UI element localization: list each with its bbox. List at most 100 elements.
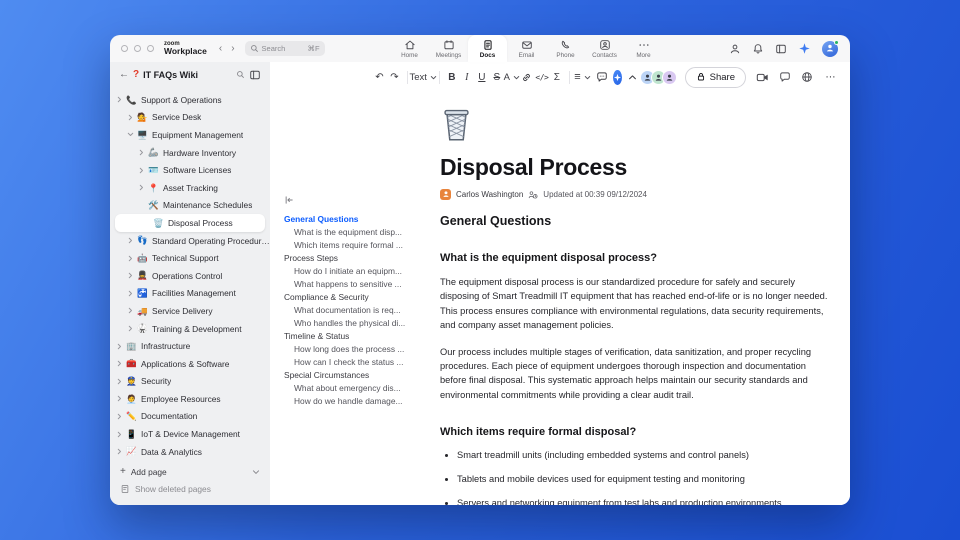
minimize-window-button[interactable] [134,45,141,52]
sidebar-item-disposal-process[interactable]: 🗑️ Disposal Process [115,214,265,232]
chevron-right-icon[interactable] [125,272,136,279]
sidebar-item-documentation[interactable]: ✏️ Documentation [110,408,270,426]
doc-p[interactable]: Our process includes multiple stages of … [440,345,834,403]
sidebar-item-data-analytics[interactable]: 📈 Data & Analytics [110,443,270,460]
chevron-right-icon[interactable] [125,290,136,297]
maximize-window-button[interactable] [147,45,154,52]
chevron-down-icon[interactable] [125,131,136,138]
chevron-right-icon[interactable] [114,431,125,438]
tab-contacts[interactable]: Contacts [585,35,624,62]
profile-icon[interactable] [729,43,741,55]
close-window-button[interactable] [121,45,128,52]
wiki-search-icon[interactable] [236,70,245,79]
chat-icon[interactable] [779,71,791,83]
undo-button[interactable]: ↶ [372,68,387,86]
document-body[interactable]: Disposal Process Carlos Washington Updat… [440,92,834,505]
sidebar-back-icon[interactable]: ← [119,69,129,80]
sidebar-item-iot-device-management[interactable]: 📱 IoT & Device Management [110,425,270,443]
tab-more[interactable]: More [624,35,663,62]
collapse-toolbar-button[interactable] [625,68,640,86]
sidebar-item-infrastructure[interactable]: 🏢 Infrastructure [110,337,270,355]
doc-h2[interactable]: General Questions [440,214,834,228]
collapse-outline-icon[interactable] [284,195,294,205]
tab-meetings[interactable]: Meetings [429,35,468,62]
sidebar-item-training-development[interactable]: 🥋 Training & Development [110,320,270,338]
doc-title[interactable]: Disposal Process [440,154,834,181]
side-panel-toggle-icon[interactable] [775,43,787,55]
chevron-right-icon[interactable] [125,325,136,332]
chevron-right-icon[interactable] [125,114,136,121]
code-block-button[interactable]: </> [534,68,549,86]
sidebar-item-facilities-management[interactable]: 🚰 Facilities Management [110,285,270,303]
toc-item-what-about-emergency-dis[interactable]: What about emergency dis... [284,382,434,395]
list-align-dropdown[interactable]: ≡ [574,68,590,86]
chevron-right-icon[interactable] [114,395,125,402]
wiki-panel-icon[interactable] [249,69,261,81]
doc-bullet-item[interactable]: Tablets and mobile devices used for equi… [457,473,834,486]
sidebar-item-service-delivery[interactable]: 🚚 Service Delivery [110,302,270,320]
sidebar-item-asset-tracking[interactable]: 📍 Asset Tracking [110,179,270,197]
sidebar-item-service-desk[interactable]: 💁 Service Desk [110,109,270,127]
toc-item-how-long-does-the-process[interactable]: How long does the process ... [284,343,434,356]
toc-item-how-do-we-handle-damage[interactable]: How do we handle damage... [284,395,434,408]
global-search-input[interactable]: Search ⌘F [244,41,325,56]
toc-item-general-questions[interactable]: General Questions [284,213,434,226]
chevron-right-icon[interactable] [136,167,147,174]
tab-phone[interactable]: Phone [546,35,585,62]
chevron-right-icon[interactable] [125,237,136,244]
toc-item-who-handles-the-physical-di[interactable]: Who handles the physical di... [284,317,434,330]
text-style-dropdown[interactable]: Text [409,68,437,86]
doc-p[interactable]: The equipment disposal process is our st… [440,275,834,333]
tab-email[interactable]: Email [507,35,546,62]
toc-item-which-items-require-formal[interactable]: Which items require formal ... [284,239,434,252]
chevron-right-icon[interactable] [114,360,125,367]
tab-docs[interactable]: Docs [468,35,507,62]
more-options-button[interactable]: ⋯ [823,68,838,86]
toc-item-what-happens-to-sensitive[interactable]: What happens to sensitive ... [284,278,434,291]
share-button[interactable]: Share [684,66,747,88]
tab-home[interactable]: Home [390,35,429,62]
doc-bullet-item[interactable]: Smart treadmill units (including embedde… [457,449,834,462]
sidebar-item-security[interactable]: 👮 Security [110,373,270,391]
sidebar-item-applications-software[interactable]: 🧰 Applications & Software [110,355,270,373]
bold-button[interactable]: B [444,68,459,86]
chevron-right-icon[interactable] [114,96,125,103]
chevron-right-icon[interactable] [114,413,125,420]
ai-companion-button[interactable] [612,69,622,85]
toc-item-process-steps[interactable]: Process Steps [284,252,434,265]
sidebar-item-technical-support[interactable]: 🤖 Technical Support [110,249,270,267]
toc-item-what-documentation-is-req[interactable]: What documentation is req... [284,304,434,317]
chevron-right-icon[interactable] [114,378,125,385]
chevron-down-icon[interactable] [252,468,260,476]
add-page-button[interactable]: + Add page [110,463,270,480]
chevron-right-icon[interactable] [136,184,147,191]
sidebar-item-employee-resources[interactable]: 🧑‍💼 Employee Resources [110,390,270,408]
sidebar-item-hardware-inventory[interactable]: 🦾 Hardware Inventory [110,144,270,162]
history-back-button[interactable]: ‹ [219,43,222,54]
toc-item-compliance-security[interactable]: Compliance & Security [284,291,434,304]
toc-item-how-can-i-check-the-status[interactable]: How can I check the status ... [284,356,434,369]
sidebar-item-equipment-management[interactable]: 🖥️ Equipment Management [110,126,270,144]
toc-item-how-do-i-initiate-an-equipm[interactable]: How do I initiate an equipm... [284,265,434,278]
chevron-right-icon[interactable] [114,448,125,455]
chevron-right-icon[interactable] [125,307,136,314]
show-deleted-pages-button[interactable]: Show deleted pages [110,480,270,497]
underline-button[interactable]: U [474,68,489,86]
toc-item-timeline-status[interactable]: Timeline & Status [284,330,434,343]
text-color-dropdown[interactable]: A [504,68,520,86]
sidebar-item-standard-operating-procedures[interactable]: 👣 Standard Operating Procedures [110,232,270,250]
collaborator-avatar[interactable] [661,69,677,85]
chevron-right-icon[interactable] [114,343,125,350]
ai-companion-sparkle-icon[interactable] [798,42,811,55]
italic-button[interactable]: I [459,68,474,86]
user-avatar[interactable] [822,39,839,57]
redo-button[interactable]: ↷ [387,68,402,86]
sidebar-item-software-licenses[interactable]: 🪪 Software Licenses [110,161,270,179]
doc-h3[interactable]: Which items require formal disposal? [440,426,834,438]
toc-item-special-circumstances[interactable]: Special Circumstances [284,369,434,382]
chevron-right-icon[interactable] [136,149,147,156]
history-forward-button[interactable]: › [231,43,234,54]
insert-link-button[interactable] [519,68,534,86]
notifications-bell-icon[interactable] [752,43,764,55]
globe-icon[interactable] [801,71,813,83]
